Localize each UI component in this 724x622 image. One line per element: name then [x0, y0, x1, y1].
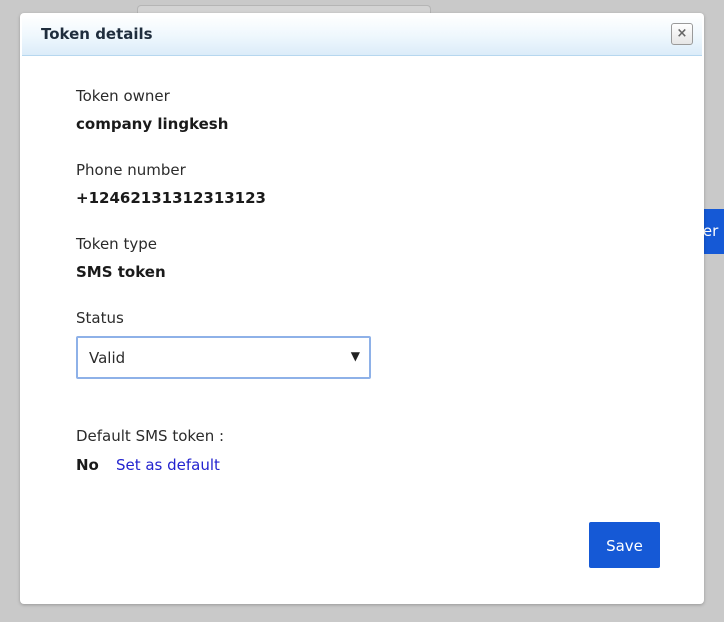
background-button: ter — [703, 209, 724, 254]
default-sms-token-label: Default SMS token : — [76, 427, 225, 445]
phone-number-label: Phone number — [76, 161, 186, 179]
set-as-default-link[interactable]: Set as default — [116, 456, 220, 474]
default-sms-token-row: No Set as default — [76, 455, 220, 474]
token-details-dialog: Token details × Token owner company ling… — [20, 13, 704, 604]
status-select[interactable]: Valid ▼ — [76, 336, 371, 379]
close-icon: × — [676, 26, 688, 41]
dialog-header: Token details × — [22, 15, 702, 56]
dropdown-arrow-icon: ▼ — [350, 349, 360, 363]
token-type-label: Token type — [76, 235, 157, 253]
background-bottom-strip — [0, 604, 724, 622]
phone-number-value: +12462131312313123 — [76, 189, 266, 207]
default-sms-token-value: No — [76, 456, 99, 474]
token-owner-value: company lingkesh — [76, 115, 229, 133]
close-button[interactable]: × — [671, 23, 693, 45]
status-selected-value: Valid — [89, 349, 126, 367]
token-type-value: SMS token — [76, 263, 166, 281]
save-button[interactable]: Save — [589, 522, 660, 568]
dialog-title: Token details — [41, 25, 153, 43]
status-label: Status — [76, 309, 124, 327]
token-owner-label: Token owner — [76, 87, 170, 105]
